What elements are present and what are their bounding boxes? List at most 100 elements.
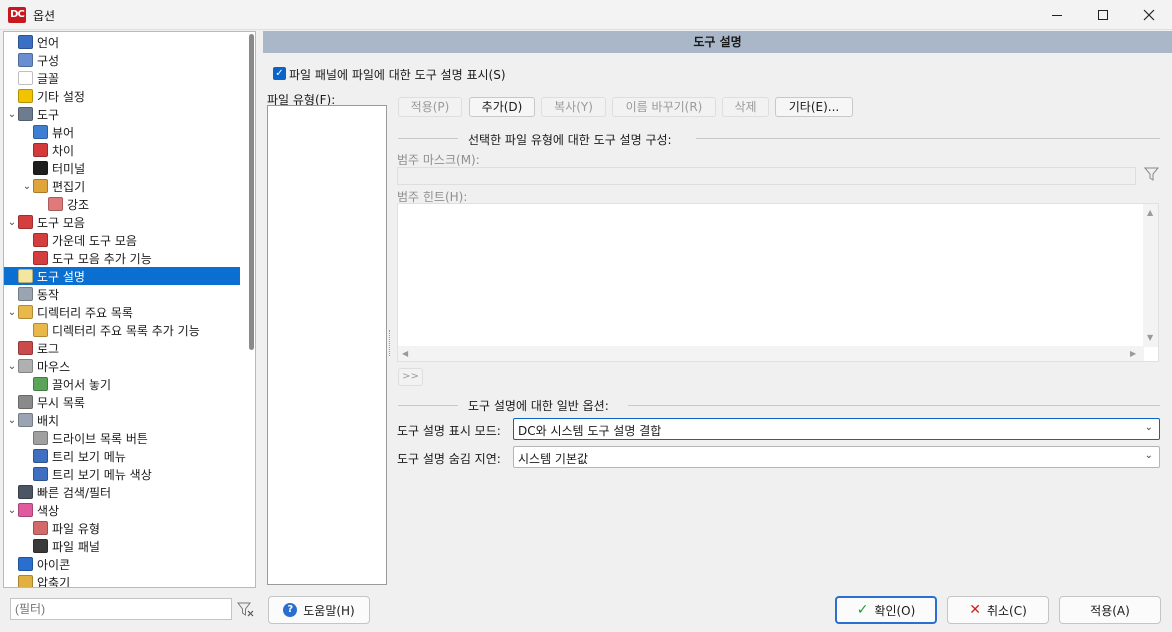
language-flag-icon — [18, 35, 33, 49]
close-icon — [1143, 9, 1155, 21]
tree-item[interactable]: 압축기 — [4, 573, 240, 587]
chevron-down-icon[interactable]: ⌄ — [21, 181, 33, 192]
tree-item[interactable]: 기타 설정 — [4, 87, 240, 105]
tree-item[interactable]: 가운데 도구 모음 — [4, 231, 240, 249]
config-group-title: 선택한 파일 유형에 대한 도구 설명 구성: — [468, 133, 672, 147]
tree-item[interactable]: 강조 — [4, 195, 240, 213]
tree-item[interactable]: 도구 모음 추가 기능 — [4, 249, 240, 267]
tree-item-label: 색상 — [37, 503, 60, 518]
tree-item-label: 강조 — [67, 197, 90, 212]
options-tree[interactable]: 언어 구성 글꼴 기타 설정 ⌄ 도구뷰어 차이 터미널 ⌄ 편집기강조 ⌄ 도구 모음 가운데 도구 … — [3, 31, 256, 588]
tree-item[interactable]: ⌄ 배치 — [4, 411, 240, 429]
hint-vertical-scrollbar[interactable]: ▲ ▼ — [1143, 204, 1158, 347]
log-icon — [18, 341, 33, 355]
tree-item-label: 배치 — [37, 413, 60, 428]
tree-item-label: 뷰어 — [52, 125, 75, 140]
delete-type-button[interactable]: 삭제 — [722, 97, 769, 117]
quick-search-icon — [18, 485, 33, 499]
tree-item[interactable]: 드라이브 목록 버튼 — [4, 429, 240, 447]
ok-button[interactable]: ✓ 확인(O) — [835, 596, 937, 624]
tree-item[interactable]: 차이 — [4, 141, 240, 159]
minimize-button[interactable] — [1034, 0, 1080, 30]
delay-label: 도구 설명 숨김 지연: — [397, 452, 501, 466]
tree-item[interactable]: 파일 패널 — [4, 537, 240, 555]
tree-item-label: 트리 보기 메뉴 — [52, 449, 126, 464]
group-divider — [398, 405, 458, 406]
scroll-right-icon[interactable]: ▶ — [1130, 349, 1136, 358]
show-tooltip-label[interactable]: 파일 패널에 파일에 대한 도구 설명 표시(S) — [289, 66, 506, 83]
archiver-icon — [18, 575, 33, 587]
tree-item[interactable]: 언어 — [4, 33, 240, 51]
tree-item[interactable]: 로그 — [4, 339, 240, 357]
add-type-button[interactable]: 추가(D) — [469, 97, 535, 117]
mode-select[interactable]: DC와 시스템 도구 설명 결합 ⌄ — [513, 418, 1160, 440]
tree-item-label: 드라이브 목록 버튼 — [52, 431, 148, 446]
tree-item[interactable]: 트리 보기 메뉴 색상 — [4, 465, 240, 483]
tree-scrollbar[interactable] — [249, 34, 254, 350]
tree-item[interactable]: 파일 유형 — [4, 519, 240, 537]
close-button[interactable] — [1126, 0, 1172, 30]
chevron-down-icon[interactable]: ⌄ — [6, 307, 18, 318]
middle-toolbar-icon — [33, 233, 48, 247]
scroll-down-icon[interactable]: ▼ — [1147, 333, 1153, 342]
tree-item[interactable]: 뷰어 — [4, 123, 240, 141]
chevron-down-icon[interactable]: ⌄ — [6, 415, 18, 426]
other-button[interactable]: 기타(E)... — [775, 97, 853, 117]
cancel-x-icon: ✕ — [969, 602, 981, 618]
tree-item-label: 도구 — [37, 107, 60, 122]
hint-textarea[interactable]: ▲ ▼ ◀ ▶ — [397, 203, 1159, 362]
scroll-left-icon[interactable]: ◀ — [402, 349, 408, 358]
maximize-button[interactable] — [1080, 0, 1126, 30]
icons-footprint-icon — [18, 557, 33, 571]
tree-item[interactable]: ⌄ 색상 — [4, 501, 240, 519]
tree-item[interactable]: ⌄ 디렉터리 주요 목록 — [4, 303, 240, 321]
tooltip-bulb-icon — [18, 269, 33, 283]
filter-input[interactable] — [10, 598, 232, 620]
tree-item-label: 디렉터리 주요 목록 추가 기능 — [52, 323, 200, 338]
toolbar-scissors-icon — [18, 215, 33, 229]
tree-item[interactable]: ⌄ 편집기 — [4, 177, 240, 195]
chevron-down-icon[interactable]: ⌄ — [6, 361, 18, 372]
tree-item-label: 빠른 검색/필터 — [37, 485, 112, 500]
help-button[interactable]: ? 도움말(H) — [268, 596, 370, 624]
chevron-down-icon[interactable]: ⌄ — [6, 217, 18, 228]
copy-type-button[interactable]: 복사(Y) — [541, 97, 606, 117]
cancel-label: 취소(C) — [986, 603, 1027, 618]
file-types-list[interactable] — [267, 105, 387, 585]
expand-button[interactable]: >> — [398, 368, 423, 386]
cancel-button[interactable]: ✕ 취소(C) — [947, 596, 1049, 624]
tree-item[interactable]: ⌄ 마우스 — [4, 357, 240, 375]
diff-icon — [33, 143, 48, 157]
scroll-up-icon[interactable]: ▲ — [1147, 208, 1153, 217]
apply-type-button[interactable]: 적용(P) — [398, 97, 462, 117]
tree-item[interactable]: 도구 설명 — [4, 267, 240, 285]
tree-item[interactable]: 구성 — [4, 51, 240, 69]
chevron-down-icon[interactable]: ⌄ — [6, 505, 18, 516]
checkmark-icon: ✓ — [856, 602, 869, 618]
tree-item[interactable]: 트리 보기 메뉴 — [4, 447, 240, 465]
hint-horizontal-scrollbar[interactable]: ◀ ▶ — [398, 346, 1144, 361]
tree-item[interactable]: 빠른 검색/필터 — [4, 483, 240, 501]
drag-drop-icon — [33, 377, 48, 391]
filter-clear-icon[interactable] — [237, 601, 255, 617]
tree-item[interactable]: 글꼴 — [4, 69, 240, 87]
mask-filter-icon[interactable] — [1143, 166, 1160, 186]
chevron-down-icon[interactable]: ⌄ — [6, 109, 18, 120]
show-tooltip-checkbox[interactable]: ✓ — [273, 67, 286, 80]
delay-select[interactable]: 시스템 기본값 ⌄ — [513, 446, 1160, 468]
tree-item[interactable]: ⌄ 도구 — [4, 105, 240, 123]
tree-item-label: 도구 설명 — [37, 269, 85, 284]
tree-item[interactable]: 디렉터리 주요 목록 추가 기능 — [4, 321, 240, 339]
section-header: 도구 설명 — [263, 31, 1172, 53]
rename-type-button[interactable]: 이름 바꾸기(R) — [612, 97, 716, 117]
tree-item[interactable]: 동작 — [4, 285, 240, 303]
mask-input[interactable] — [397, 167, 1136, 185]
tree-item[interactable]: 아이콘 — [4, 555, 240, 573]
tree-item-label: 무시 목록 — [37, 395, 85, 410]
apply-button[interactable]: 적용(A) — [1059, 596, 1161, 624]
tree-item[interactable]: 무시 목록 — [4, 393, 240, 411]
tree-item[interactable]: 끌어서 놓기 — [4, 375, 240, 393]
tree-item[interactable]: 터미널 — [4, 159, 240, 177]
tree-item[interactable]: ⌄ 도구 모음 — [4, 213, 240, 231]
splitter-handle[interactable] — [389, 330, 391, 356]
